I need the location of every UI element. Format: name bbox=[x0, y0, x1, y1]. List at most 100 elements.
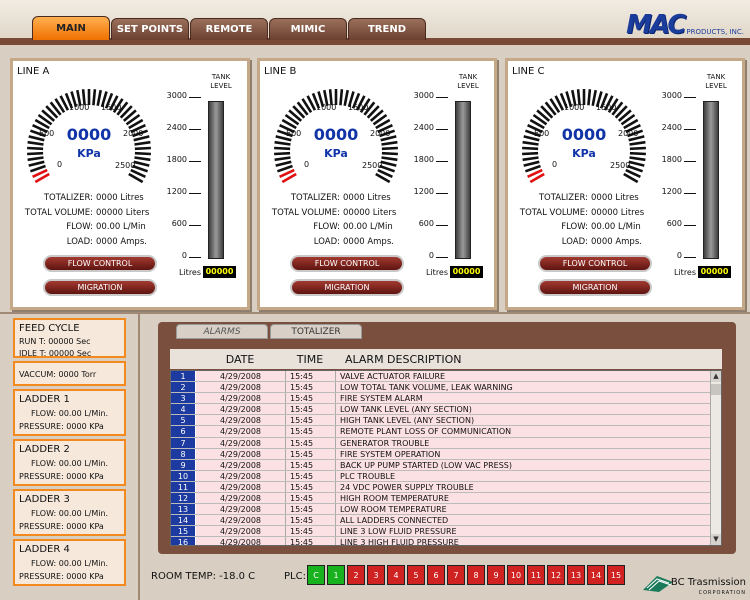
ladder-title: LADDER 3 bbox=[19, 494, 70, 505]
alarm-row[interactable]: 15 4/29/2008 15:45 LINE 3 LOW FLUID PRES… bbox=[171, 526, 721, 538]
alarm-description: LOW TOTAL TANK VOLUME, LEAK WARNING bbox=[340, 383, 513, 393]
alarm-row[interactable]: 5 4/29/2008 15:45 HIGH TANK LEVEL (ANY S… bbox=[171, 415, 721, 427]
tab-totalizer[interactable]: TOTALIZER bbox=[270, 324, 362, 339]
stat-label: TOTAL VOLUME: bbox=[24, 207, 93, 218]
tank-tick-label: 0 bbox=[658, 251, 698, 260]
flow-control-button[interactable]: FLOW CONTROL bbox=[538, 255, 652, 272]
alarm-date: 4/29/2008 bbox=[196, 493, 286, 504]
alarm-row[interactable]: 2 4/29/2008 15:45 LOW TOTAL TANK VOLUME,… bbox=[171, 382, 721, 394]
alarm-row[interactable]: 1 4/29/2008 15:45 VALVE ACTUATOR FAILURE bbox=[171, 371, 721, 383]
stat-label: LOAD: bbox=[561, 236, 588, 247]
scroll-thumb[interactable] bbox=[711, 384, 721, 395]
flow-control-button[interactable]: FLOW CONTROL bbox=[290, 255, 404, 272]
gauge-scale-label: 1000 bbox=[69, 103, 90, 112]
alarm-time: 15:45 bbox=[286, 493, 336, 504]
plc-indicator-5: 5 bbox=[407, 565, 425, 585]
stat-row: TOTAL VOLUME: 00000 Liters bbox=[13, 206, 178, 221]
stat-row: TOTAL VOLUME: 00000 Litres bbox=[508, 206, 673, 221]
alarm-scrollbar[interactable]: ▲ ▼ bbox=[710, 371, 721, 545]
alarm-date: 4/29/2008 bbox=[196, 448, 286, 459]
alarm-number: 12 bbox=[171, 493, 196, 504]
tab-mimic[interactable]: MIMIC bbox=[269, 18, 347, 40]
stat-label: TOTALIZER: bbox=[43, 193, 93, 203]
alarm-row[interactable]: 6 4/29/2008 15:45 REMOTE PLANT LOSS OF C… bbox=[171, 426, 721, 438]
stat-value: 00.00 L/Min bbox=[591, 222, 641, 232]
alarm-row[interactable]: 7 4/29/2008 15:45 GENERATOR TROUBLE bbox=[171, 437, 721, 449]
alarm-row[interactable]: 10 4/29/2008 15:45 PLC TROUBLE bbox=[171, 470, 721, 482]
plc-indicator-6: 6 bbox=[427, 565, 445, 585]
stat-row: TOTALIZER: 0000 Litres bbox=[13, 191, 178, 206]
idle-time: IDLE T: 00000 Sec bbox=[19, 349, 92, 358]
migration-button[interactable]: MIGRATION bbox=[290, 279, 404, 296]
alarm-time: 15:45 bbox=[286, 526, 336, 537]
stat-label: TOTAL VOLUME: bbox=[519, 207, 588, 218]
plc-indicator-13: 13 bbox=[567, 565, 585, 585]
plc-indicator-1: 1 bbox=[327, 565, 345, 585]
stat-label: FLOW: bbox=[66, 222, 93, 232]
tank-tick-label: 3000 bbox=[658, 91, 698, 100]
tab-set-points[interactable]: SET POINTS bbox=[111, 18, 189, 40]
tank-tick-label: 0 bbox=[410, 251, 450, 260]
alarm-description: HIGH TANK LEVEL (ANY SECTION) bbox=[340, 416, 475, 426]
tank-level-label: TANK LEVEL bbox=[705, 73, 727, 90]
section-divider bbox=[0, 312, 750, 314]
stat-row: TOTALIZER: 0000 Litres bbox=[260, 191, 425, 206]
ladder-title: LADDER 2 bbox=[19, 444, 70, 455]
stat-label: FLOW: bbox=[561, 222, 588, 232]
top-bar: MAIN SET POINTS REMOTE MIMIC TREND MAC P… bbox=[0, 0, 750, 45]
scroll-down-icon[interactable]: ▼ bbox=[711, 534, 721, 545]
migration-button[interactable]: MIGRATION bbox=[43, 279, 157, 296]
stat-row: FLOW: 00.00 L/Min bbox=[508, 220, 673, 235]
plc-indicator-12: 12 bbox=[547, 565, 565, 585]
alarm-date: 4/29/2008 bbox=[196, 404, 286, 415]
migration-button[interactable]: MIGRATION bbox=[538, 279, 652, 296]
stat-row: LOAD: 0000 Amps. bbox=[13, 235, 178, 250]
alarm-row[interactable]: 8 4/29/2008 15:45 FIRE SYSTEM OPERATION bbox=[171, 448, 721, 460]
tab-alarms[interactable]: ALARMS bbox=[176, 324, 268, 339]
ladder-box-3: LADDER 3 FLOW: 00.00 L/Min. PRESSURE: 00… bbox=[13, 489, 126, 536]
alarm-time: 15:45 bbox=[286, 537, 336, 545]
alarm-time: 15:45 bbox=[286, 459, 336, 470]
alarm-time: 15:45 bbox=[286, 404, 336, 415]
alarm-row[interactable]: 9 4/29/2008 15:45 BACK UP PUMP STARTED (… bbox=[171, 459, 721, 471]
alarm-row[interactable]: 12 4/29/2008 15:45 HIGH ROOM TEMPERATURE bbox=[171, 493, 721, 505]
alarm-row[interactable]: 16 4/29/2008 15:45 LINE 3 HIGH FLUID PRE… bbox=[171, 537, 721, 545]
alarm-description: VALVE ACTUATOR FAILURE bbox=[340, 372, 446, 381]
gauge-value: 0000 bbox=[66, 125, 112, 144]
logo-subtitle: PRODUCTS, INC. bbox=[686, 28, 744, 36]
alarm-number: 8 bbox=[171, 448, 196, 459]
alarm-description: LINE 3 LOW FLUID PRESSURE bbox=[340, 527, 457, 537]
ladder-box-2: LADDER 2 FLOW: 00.00 L/Min. PRESSURE: 00… bbox=[13, 439, 126, 486]
alarm-row[interactable]: 3 4/29/2008 15:45 FIRE SYSTEM ALARM bbox=[171, 393, 721, 405]
alarm-number: 7 bbox=[171, 437, 196, 448]
tab-trend[interactable]: TREND bbox=[348, 18, 426, 40]
flow-control-button[interactable]: FLOW CONTROL bbox=[43, 255, 157, 272]
alarm-list[interactable]: 1 4/29/2008 15:45 VALVE ACTUATOR FAILURE… bbox=[170, 370, 722, 546]
stat-row: LOAD: 0000 Amps. bbox=[508, 235, 673, 250]
alarm-number: 10 bbox=[171, 470, 196, 481]
alarm-row[interactable]: 4 4/29/2008 15:45 LOW TANK LEVEL (ANY SE… bbox=[171, 404, 721, 416]
gauge-value: 0000 bbox=[313, 125, 359, 144]
stat-value: 00.00 L/Min bbox=[96, 222, 146, 232]
scroll-up-icon[interactable]: ▲ bbox=[711, 371, 721, 382]
stat-value: 00000 Liters bbox=[96, 207, 150, 218]
stat-value: 0000 Amps. bbox=[591, 236, 642, 247]
alarm-description: FIRE SYSTEM OPERATION bbox=[340, 449, 441, 459]
tab-remote[interactable]: REMOTE bbox=[190, 18, 268, 40]
alarm-number: 2 bbox=[171, 382, 196, 393]
stat-row: TOTAL VOLUME: 00000 Liters bbox=[260, 206, 425, 221]
alarm-row[interactable]: 14 4/29/2008 15:45 ALL LADDERS CONNECTED bbox=[171, 515, 721, 527]
plc-label: PLC: bbox=[284, 571, 306, 582]
alarm-number: 13 bbox=[171, 504, 196, 515]
line-stats: TOTALIZER: 0000 Litres TOTAL VOLUME: 00000 … bbox=[508, 191, 673, 249]
alarm-time: 15:45 bbox=[286, 448, 336, 459]
alarm-row[interactable]: 11 4/29/2008 15:45 24 VDC POWER SUPPLY T… bbox=[171, 481, 721, 494]
tank-tick-label: 1800 bbox=[163, 155, 203, 164]
tab-main[interactable]: MAIN bbox=[32, 16, 110, 40]
tank-tick-label: 1800 bbox=[658, 155, 698, 164]
alarm-row[interactable]: 13 4/29/2008 15:45 LOW ROOM TEMPERATURE bbox=[171, 504, 721, 516]
alarm-description: LOW TANK LEVEL (ANY SECTION) bbox=[340, 405, 472, 415]
alarm-date: 4/29/2008 bbox=[196, 415, 286, 426]
alarm-description: HIGH ROOM TEMPERATURE bbox=[340, 494, 449, 504]
stat-value: 00000 Litres bbox=[591, 207, 645, 218]
